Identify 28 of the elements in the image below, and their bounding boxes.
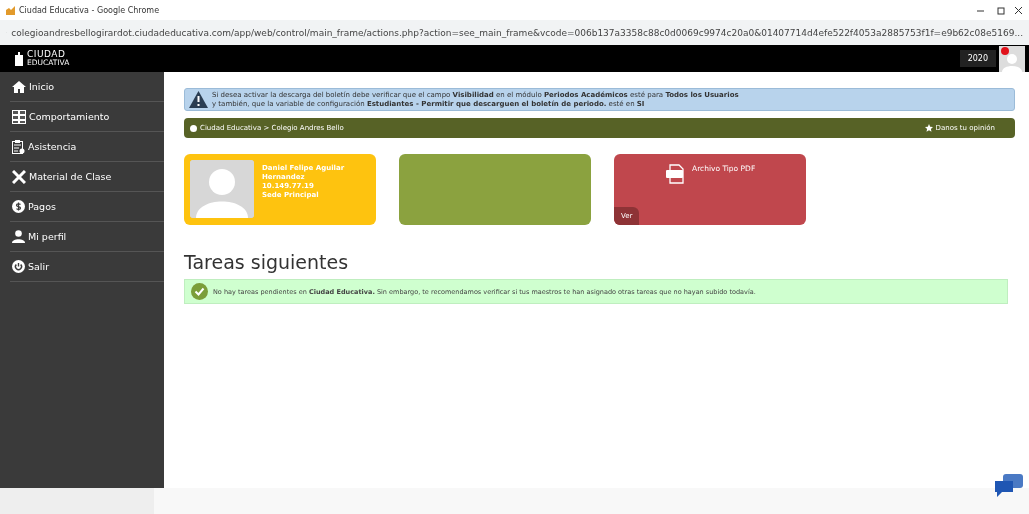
avatar-placeholder-icon bbox=[190, 160, 254, 218]
logo-text: CIUDAD bbox=[27, 50, 66, 60]
window-title: Ciudad Educativa - Google Chrome bbox=[19, 5, 160, 15]
user-icon bbox=[12, 230, 25, 243]
star-icon bbox=[924, 124, 933, 132]
sidebar-item[interactable]: Pagos bbox=[10, 192, 164, 222]
app-icon bbox=[6, 5, 15, 15]
dollar-icon bbox=[12, 200, 25, 213]
sidebar-item[interactable]: Asistencia bbox=[10, 132, 164, 162]
grid-icon bbox=[12, 109, 26, 124]
chat-icon[interactable] bbox=[995, 474, 1023, 498]
clipboard-icon bbox=[12, 139, 25, 154]
tools-icon bbox=[12, 169, 26, 184]
sidebar-item[interactable]: Mi perfil bbox=[10, 222, 164, 252]
notification-dot bbox=[1001, 46, 1009, 55]
year-label[interactable]: 2020 bbox=[959, 50, 996, 67]
sidebar-item[interactable]: Salir bbox=[10, 252, 164, 282]
sidebar-item[interactable]: Comportamiento bbox=[10, 102, 164, 132]
sidebar-item[interactable]: Inicio bbox=[10, 72, 164, 102]
warning-icon bbox=[189, 91, 208, 108]
sidebar-item[interactable]: Material de Clase bbox=[10, 162, 164, 192]
pdf-file-icon bbox=[666, 164, 686, 184]
section-title: Tareas siguientes bbox=[184, 251, 350, 273]
logo-icon bbox=[14, 51, 24, 66]
power-icon bbox=[12, 260, 25, 273]
check-icon bbox=[191, 283, 208, 300]
user-avatar[interactable] bbox=[999, 45, 1025, 72]
home-icon bbox=[12, 80, 26, 93]
